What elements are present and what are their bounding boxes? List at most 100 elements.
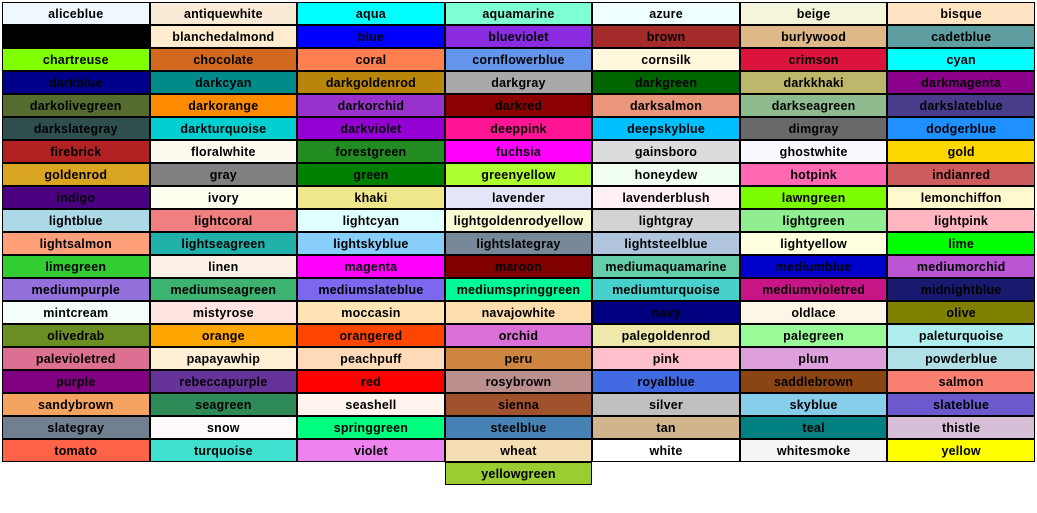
color-swatch-deepskyblue: deepskyblue <box>592 117 740 140</box>
color-swatch-darkmagenta: darkmagenta <box>887 71 1035 94</box>
color-swatch-darkseagreen: darkseagreen <box>740 94 888 117</box>
color-swatch-skyblue: skyblue <box>740 393 888 416</box>
color-swatch-ivory: ivory <box>150 186 298 209</box>
color-swatch-yellowgreen: yellowgreen <box>445 462 593 485</box>
color-swatch-greenyellow: greenyellow <box>445 163 593 186</box>
color-swatch-crimson: crimson <box>740 48 888 71</box>
color-swatch-chartreuse: chartreuse <box>2 48 150 71</box>
color-swatch-mediumvioletred: mediumvioletred <box>740 278 888 301</box>
color-swatch-mintcream: mintcream <box>2 301 150 324</box>
color-swatch-linen: linen <box>150 255 298 278</box>
color-swatch-lightgoldenrodyellow: lightgoldenrodyellow <box>445 209 593 232</box>
color-swatch-forestgreen: forestgreen <box>297 140 445 163</box>
color-swatch-darkviolet: darkviolet <box>297 117 445 140</box>
color-swatch-teal: teal <box>740 416 888 439</box>
color-swatch-violet: violet <box>297 439 445 462</box>
color-swatch-darkblue: darkblue <box>2 71 150 94</box>
color-swatch-palegoldenrod: palegoldenrod <box>592 324 740 347</box>
color-swatch-slategray: slategray <box>2 416 150 439</box>
color-swatch-lavender: lavender <box>445 186 593 209</box>
color-swatch-palevioletred: palevioletred <box>2 347 150 370</box>
color-swatch-blue: blue <box>297 25 445 48</box>
color-swatch-limegreen: limegreen <box>2 255 150 278</box>
color-swatch-indigo: indigo <box>2 186 150 209</box>
color-swatch-sandybrown: sandybrown <box>2 393 150 416</box>
color-swatch-aqua: aqua <box>297 2 445 25</box>
color-swatch-mediumorchid: mediumorchid <box>887 255 1035 278</box>
color-swatch-lightpink: lightpink <box>887 209 1035 232</box>
color-swatch-yellow: yellow <box>887 439 1035 462</box>
color-swatch-lightslategray: lightslategray <box>445 232 593 255</box>
color-swatch-mediumturquoise: mediumturquoise <box>592 278 740 301</box>
color-swatch-azure: azure <box>592 2 740 25</box>
color-swatch-papayawhip: papayawhip <box>150 347 298 370</box>
color-swatch-chocolate: chocolate <box>150 48 298 71</box>
color-swatch-lightsteelblue: lightsteelblue <box>592 232 740 255</box>
color-swatch-darkslateblue: darkslateblue <box>887 94 1035 117</box>
color-swatch-honeydew: honeydew <box>592 163 740 186</box>
color-swatch-springgreen: springgreen <box>297 416 445 439</box>
color-swatch-deeppink: deeppink <box>445 117 593 140</box>
color-swatch-beige: beige <box>740 2 888 25</box>
color-swatch-cadetblue: cadetblue <box>887 25 1035 48</box>
color-swatch-whitesmoke: whitesmoke <box>740 439 888 462</box>
color-swatch-mistyrose: mistyrose <box>150 301 298 324</box>
color-swatch-aquamarine: aquamarine <box>445 2 593 25</box>
color-swatch-orange: orange <box>150 324 298 347</box>
color-swatch-cyan: cyan <box>887 48 1035 71</box>
color-swatch-dodgerblue: dodgerblue <box>887 117 1035 140</box>
color-swatch-antiquewhite: antiquewhite <box>150 2 298 25</box>
color-swatch-grid: aliceblueantiquewhiteaquaaquamarineazure… <box>2 2 1035 485</box>
color-swatch-darkgreen: darkgreen <box>592 71 740 94</box>
color-swatch-magenta: magenta <box>297 255 445 278</box>
color-swatch-floralwhite: floralwhite <box>150 140 298 163</box>
color-swatch-navajowhite: navajowhite <box>445 301 593 324</box>
color-swatch-slateblue: slateblue <box>887 393 1035 416</box>
color-swatch-peachpuff: peachpuff <box>297 347 445 370</box>
color-swatch-lavenderblush: lavenderblush <box>592 186 740 209</box>
color-swatch-royalblue: royalblue <box>592 370 740 393</box>
color-swatch-fuchsia: fuchsia <box>445 140 593 163</box>
color-swatch-navy: navy <box>592 301 740 324</box>
color-swatch-lightcoral: lightcoral <box>150 209 298 232</box>
color-swatch-mediumseagreen: mediumseagreen <box>150 278 298 301</box>
color-swatch-darkcyan: darkcyan <box>150 71 298 94</box>
color-swatch-lightgreen: lightgreen <box>740 209 888 232</box>
color-swatch-darkred: darkred <box>445 94 593 117</box>
color-swatch-blanchedalmond: blanchedalmond <box>150 25 298 48</box>
color-swatch-salmon: salmon <box>887 370 1035 393</box>
color-swatch-maroon: maroon <box>445 255 593 278</box>
color-swatch-saddlebrown: saddlebrown <box>740 370 888 393</box>
color-swatch-coral: coral <box>297 48 445 71</box>
color-swatch-last-row: yellowgreen <box>2 462 1035 485</box>
color-swatch-lightseagreen: lightseagreen <box>150 232 298 255</box>
color-swatch-blueviolet: blueviolet <box>445 25 593 48</box>
color-swatch-darkslategray: darkslategray <box>2 117 150 140</box>
color-swatch-rebeccapurple: rebeccapurple <box>150 370 298 393</box>
color-swatch-lightblue: lightblue <box>2 209 150 232</box>
color-swatch-gray: gray <box>150 163 298 186</box>
color-swatch-seagreen: seagreen <box>150 393 298 416</box>
color-swatch-darkolivegreen: darkolivegreen <box>2 94 150 117</box>
color-swatch-goldenrod: goldenrod <box>2 163 150 186</box>
color-swatch-tomato: tomato <box>2 439 150 462</box>
color-swatch-mediumblue: mediumblue <box>740 255 888 278</box>
color-swatch-oldlace: oldlace <box>740 301 888 324</box>
color-swatch-firebrick: firebrick <box>2 140 150 163</box>
color-swatch-lightyellow: lightyellow <box>740 232 888 255</box>
color-swatch-cornsilk: cornsilk <box>592 48 740 71</box>
color-swatch-dimgray: dimgray <box>740 117 888 140</box>
color-swatch-mediumslateblue: mediumslateblue <box>297 278 445 301</box>
color-swatch-plum: plum <box>740 347 888 370</box>
color-swatch-snow: snow <box>150 416 298 439</box>
color-swatch-khaki: khaki <box>297 186 445 209</box>
color-swatch-bisque: bisque <box>887 2 1035 25</box>
color-swatch-darkorchid: darkorchid <box>297 94 445 117</box>
color-swatch-darksalmon: darksalmon <box>592 94 740 117</box>
color-swatch-olivedrab: olivedrab <box>2 324 150 347</box>
color-swatch-red: red <box>297 370 445 393</box>
color-swatch-lightcyan: lightcyan <box>297 209 445 232</box>
color-swatch-darkgoldenrod: darkgoldenrod <box>297 71 445 94</box>
color-swatch-seashell: seashell <box>297 393 445 416</box>
color-swatch-darkorange: darkorange <box>150 94 298 117</box>
